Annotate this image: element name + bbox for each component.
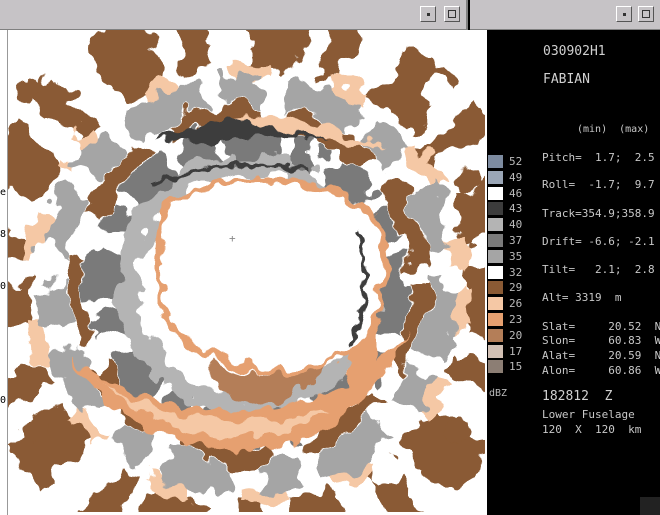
center-cross-icon: + — [229, 232, 236, 245]
track-readout: Track=354.9;358.9 — [542, 207, 655, 220]
legend-swatch — [488, 186, 503, 200]
range-label: 120 X 120 km — [542, 423, 642, 436]
legend-swatch — [488, 297, 503, 311]
edge-mark: 0 — [0, 281, 7, 292]
edge-mark: 8 — [0, 229, 7, 240]
legend-unit: dBZ — [489, 388, 508, 399]
time-label: 182812 Z — [542, 389, 613, 404]
legend-swatch — [488, 313, 503, 326]
legend-swatch — [488, 265, 503, 279]
flight-id: 030902H1 — [543, 44, 606, 59]
slon-readout: Slon= 60.83 W — [542, 334, 660, 347]
slat-readout: Slat= 20.52 N — [542, 320, 660, 333]
legend-swatch — [488, 249, 503, 263]
minimize-button[interactable] — [616, 6, 632, 22]
radar-reflectivity-image: + — [8, 30, 485, 512]
alat-readout: Alat= 20.59 N — [542, 349, 660, 362]
drift-readout: Drift= -6.6; -2.1 — [542, 235, 655, 248]
antenna-label: Lower Fuselage — [542, 408, 635, 421]
alon-readout: Alon= 60.86 W — [542, 364, 660, 377]
maximize-button[interactable] — [638, 6, 654, 22]
edge-mark: 0 — [0, 395, 7, 406]
roll-readout: Roll= -1.7; 9.7 — [542, 178, 655, 191]
minmax-header: (min) (max) — [577, 124, 650, 135]
pitch-readout: Pitch= 1.7; 2.5 — [542, 151, 655, 164]
legend-swatch — [488, 344, 503, 358]
legend-swatch — [488, 360, 503, 374]
legend-swatch — [488, 170, 503, 184]
minimize-button[interactable] — [420, 6, 436, 22]
edge-mark: e — [0, 187, 7, 198]
tilt-readout: Tilt= 2.1; 2.8 — [542, 263, 655, 276]
storm-name: FABIAN — [543, 72, 590, 87]
flight-info-panel: 030902H1 FABIAN (min) (max) Pitch= 1.7; … — [515, 30, 660, 515]
window-left-edge: e 8 0 0 — [0, 30, 8, 515]
legend-swatch — [488, 328, 503, 342]
legend-swatch — [488, 155, 503, 168]
altitude-readout: Alt= 3319 m — [542, 291, 622, 304]
resize-handle[interactable] — [640, 497, 660, 515]
right-window-titlebar[interactable] — [470, 0, 660, 30]
legend-swatch — [488, 202, 503, 216]
legend-swatch — [488, 234, 503, 247]
left-window-titlebar[interactable] — [0, 0, 468, 30]
legend-swatch — [488, 218, 503, 232]
maximize-button[interactable] — [444, 6, 460, 22]
legend-swatch — [488, 281, 503, 295]
